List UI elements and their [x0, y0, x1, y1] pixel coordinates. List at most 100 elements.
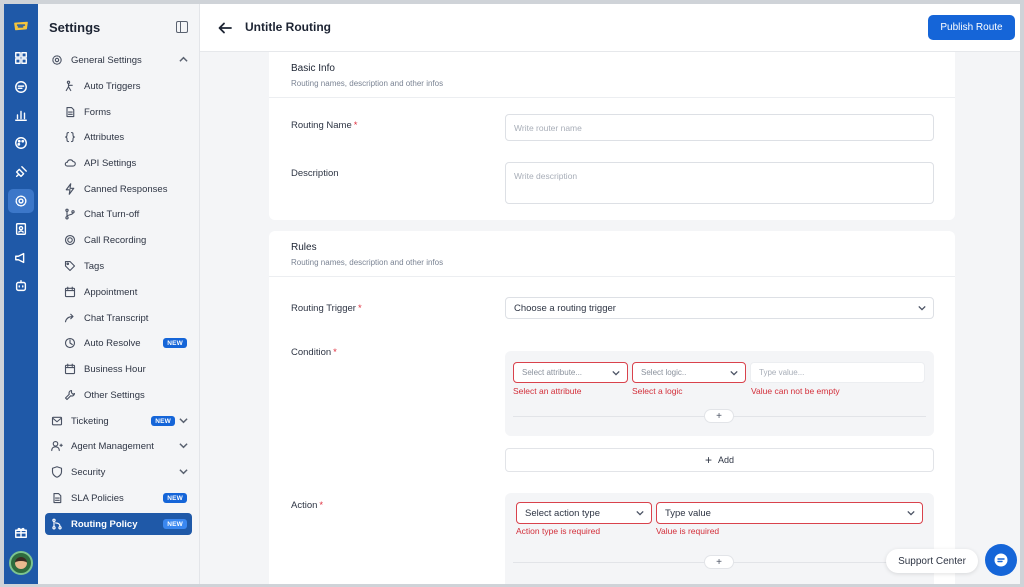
routing-name-label: Routing Name *	[291, 120, 358, 131]
agent-icon	[50, 439, 64, 453]
sidebar-item-api-settings[interactable]: API Settings	[45, 152, 192, 174]
clock-icon	[63, 336, 77, 350]
add-condition-button[interactable]: +	[704, 409, 734, 423]
chevron-down-icon	[907, 509, 915, 517]
settings-sidebar: Settings General Settings Auto Triggers …	[38, 4, 200, 584]
sidebar-item-appointment[interactable]: Appointment	[45, 281, 192, 303]
palette-icon[interactable]	[8, 131, 34, 155]
action-type-select[interactable]: Select action type	[516, 502, 652, 524]
shield-icon	[50, 465, 64, 479]
wrench-icon	[63, 388, 77, 402]
attribute-error: Select an attribute	[513, 386, 582, 396]
share-arrow-icon	[63, 311, 77, 325]
logic-select[interactable]: Select logic..	[632, 362, 746, 383]
tag-icon	[63, 259, 77, 273]
chevron-down-icon	[179, 416, 188, 425]
sidebar-item-canned-responses[interactable]: Canned Responses	[45, 178, 192, 200]
publish-route-button[interactable]: Publish Route	[928, 15, 1015, 40]
back-arrow-icon[interactable]	[218, 21, 232, 35]
routing-icon	[50, 517, 64, 531]
braces-icon	[63, 130, 77, 144]
new-badge: NEW	[163, 493, 187, 503]
sidebar-item-business-hour[interactable]: Business Hour	[45, 358, 192, 380]
bot-icon[interactable]	[8, 274, 34, 298]
routing-trigger-select[interactable]: Choose a routing trigger	[505, 297, 934, 319]
sidebar-item-call-recording[interactable]: Call Recording	[45, 229, 192, 251]
contacts-icon[interactable]	[8, 217, 34, 241]
top-bar: Untitle Routing Publish Route	[200, 4, 1020, 52]
sidebar-item-auto-triggers[interactable]: Auto Triggers	[45, 75, 192, 97]
sidebar-item-chat-turn-off[interactable]: Chat Turn-off	[45, 203, 192, 225]
add-condition-group-button[interactable]: + Add	[505, 448, 934, 472]
analytics-icon[interactable]	[8, 103, 34, 127]
sidebar-group-security[interactable]: Security	[45, 461, 192, 483]
sidebar-item-attributes[interactable]: Attributes	[45, 126, 192, 148]
sidebar-item-label: Tags	[84, 260, 105, 272]
dashboard-icon[interactable]	[8, 46, 34, 70]
condition-value-input[interactable]: Type value...	[750, 362, 925, 383]
routing-trigger-label: Routing Trigger *	[291, 303, 362, 314]
add-action-button[interactable]: +	[704, 555, 734, 569]
sidebar-group-label: Agent Management	[71, 440, 154, 452]
calendar-icon	[63, 285, 77, 299]
chat-bubble-icon[interactable]	[985, 544, 1017, 576]
routing-name-input[interactable]: Write router name	[505, 114, 934, 141]
action-group: Select action type Type value Action typ…	[505, 493, 934, 584]
logo-icon[interactable]	[8, 14, 34, 38]
sidebar-item-label: Attributes	[84, 131, 125, 143]
chevron-down-icon	[918, 304, 926, 312]
sidebar-item-label: Auto Resolve	[84, 337, 141, 349]
chevron-down-icon	[179, 441, 188, 450]
condition-label: Condition *	[291, 347, 337, 358]
sidebar-group-agent-management[interactable]: Agent Management	[45, 435, 192, 457]
gear-icon	[50, 53, 64, 67]
card-title: Basic Info	[291, 63, 335, 74]
collapse-sidebar-icon[interactable]	[176, 21, 188, 33]
sidebar-item-other-settings[interactable]: Other Settings	[45, 384, 192, 406]
cloud-icon	[63, 156, 77, 170]
sidebar-group-label: SLA Policies	[71, 492, 124, 504]
sidebar-group-routing-policy[interactable]: Routing Policy NEW	[45, 513, 192, 535]
sidebar-item-label: Appointment	[84, 286, 138, 298]
action-value-error: Value is required	[656, 526, 720, 536]
user-avatar[interactable]	[9, 551, 33, 575]
sidebar-group-sla-policies[interactable]: SLA Policies NEW	[45, 487, 192, 509]
mail-icon	[50, 414, 64, 428]
gift-icon[interactable]	[8, 520, 34, 544]
basic-info-card: Basic Info Routing names, description an…	[269, 52, 955, 220]
sidebar-group-label: Routing Policy	[71, 518, 138, 530]
sidebar-group-ticketing[interactable]: Ticketing NEW	[45, 410, 192, 432]
settings-gear-icon[interactable]	[8, 189, 34, 213]
description-textarea[interactable]: Write description	[505, 162, 934, 204]
chevron-down-icon	[612, 369, 620, 377]
sidebar-item-forms[interactable]: Forms	[45, 101, 192, 123]
sidebar-group-label: Ticketing	[71, 415, 109, 427]
sidebar-item-chat-transcript[interactable]: Chat Transcript	[45, 307, 192, 329]
sidebar-item-auto-resolve[interactable]: Auto Resolve NEW	[45, 332, 192, 354]
icon-rail	[4, 4, 38, 584]
chat-icon[interactable]	[8, 75, 34, 99]
megaphone-icon[interactable]	[8, 246, 34, 270]
support-center-button[interactable]: Support Center	[886, 549, 978, 573]
sidebar-item-label: Call Recording	[84, 234, 147, 246]
new-badge: NEW	[163, 338, 187, 348]
chevron-down-icon	[636, 509, 644, 517]
card-header: Basic Info Routing names, description an…	[269, 52, 955, 98]
attribute-select[interactable]: Select attribute...	[513, 362, 628, 383]
sidebar-item-tags[interactable]: Tags	[45, 255, 192, 277]
record-icon	[63, 233, 77, 247]
value-error: Value can not be empty	[751, 386, 840, 396]
action-value-select[interactable]: Type value	[656, 502, 923, 524]
auto-triggers-icon	[63, 79, 77, 93]
sidebar-group-general-settings[interactable]: General Settings	[45, 49, 192, 71]
rules-card: Rules Routing names, description and oth…	[269, 231, 955, 584]
forms-icon	[63, 105, 77, 119]
action-label: Action *	[291, 500, 324, 511]
lightning-icon	[63, 182, 77, 196]
plug-icon[interactable]	[8, 160, 34, 184]
chevron-up-icon	[179, 55, 188, 64]
card-subtitle: Routing names, description and other inf…	[291, 79, 444, 88]
description-label: Description	[291, 168, 339, 179]
sidebar-item-label: Auto Triggers	[84, 80, 141, 92]
app-window: Settings General Settings Auto Triggers …	[4, 4, 1020, 584]
